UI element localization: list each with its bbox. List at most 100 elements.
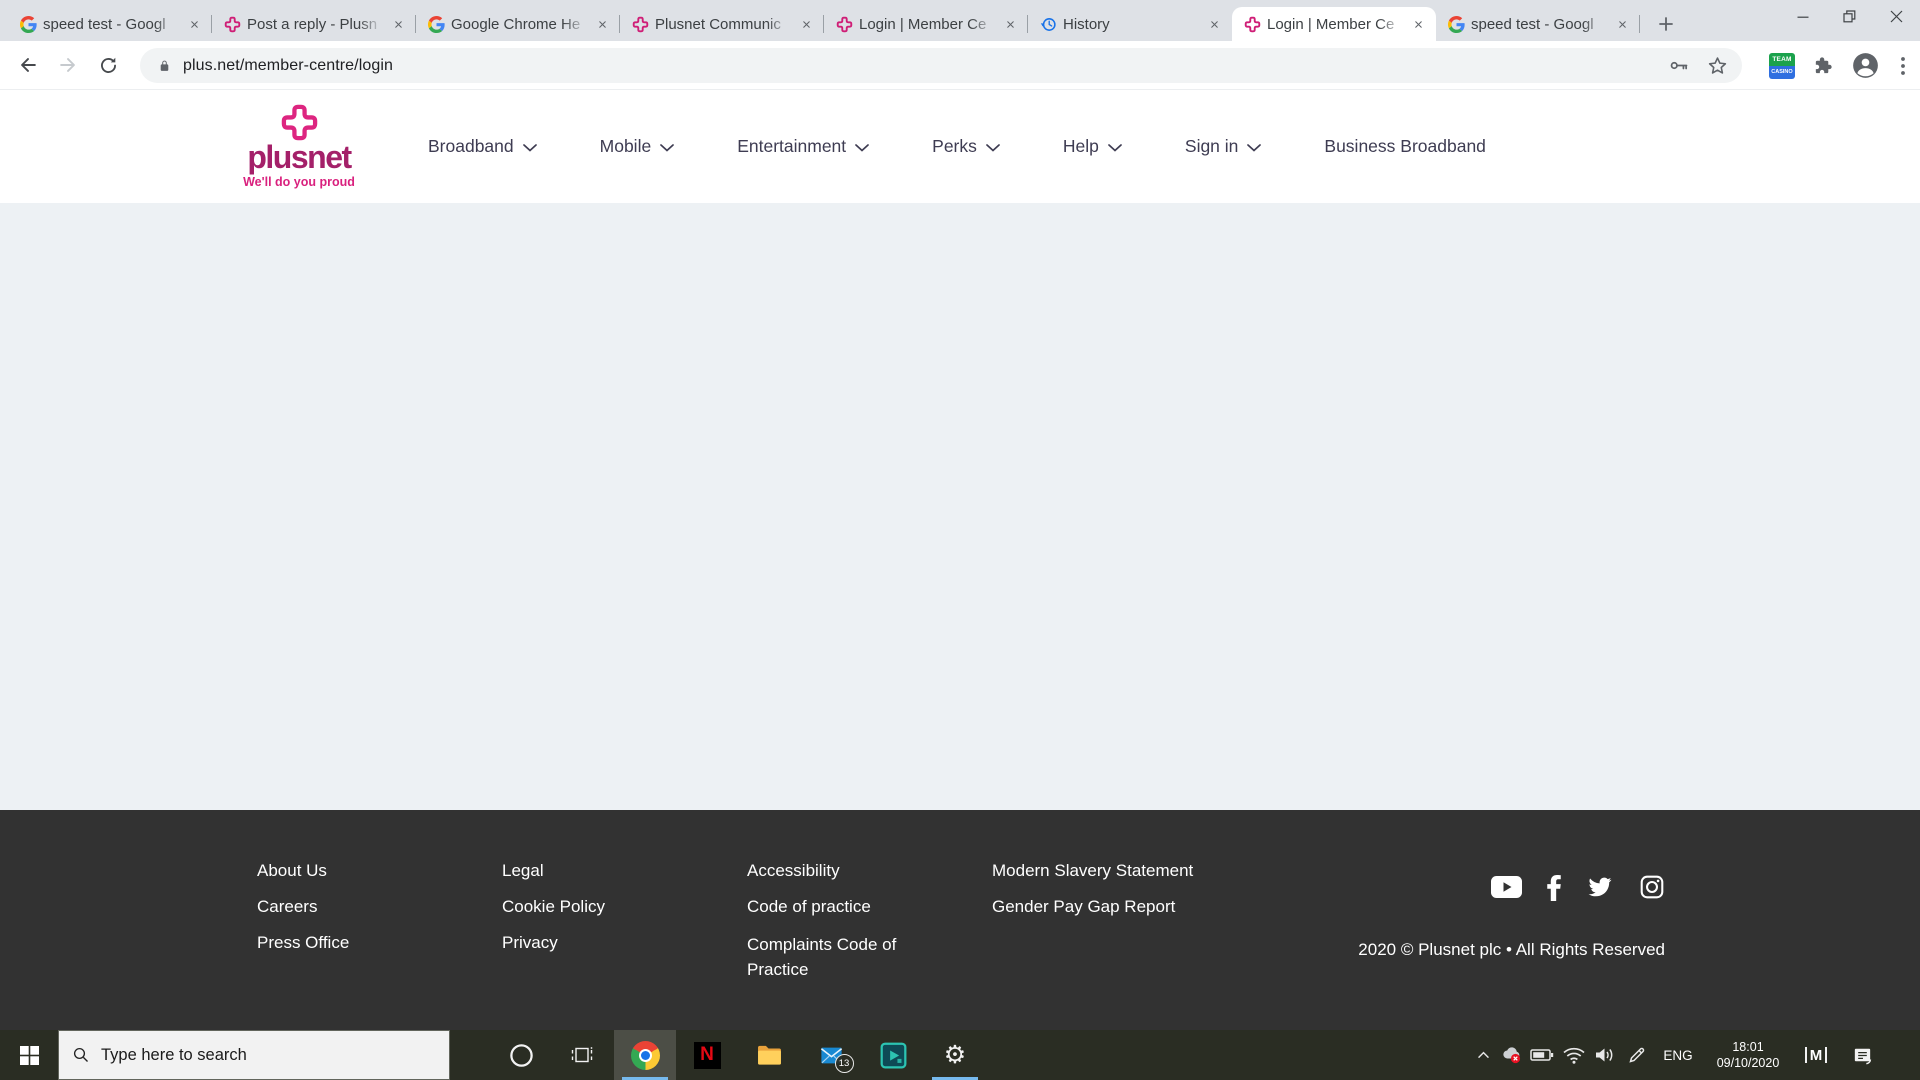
plusnet-logo[interactable]: plusnet We'll do you proud: [243, 103, 355, 189]
task-view-icon: [571, 1047, 593, 1063]
team-casino-extension-icon[interactable]: TEAM CASINO: [1769, 52, 1795, 79]
reload-icon: [100, 57, 116, 73]
cortana-button[interactable]: [490, 1030, 552, 1080]
restore-icon: [1843, 10, 1856, 23]
mail-icon: 13: [818, 1042, 854, 1073]
close-icon[interactable]: [185, 15, 204, 34]
nav-label: Business Broadband: [1324, 136, 1486, 156]
password-key-icon[interactable]: [1669, 55, 1690, 76]
windows-taskbar: Type here to search N 13 ⚙ ENG 18:01 09/…: [0, 1030, 1920, 1080]
browser-menu-dots-icon[interactable]: [1896, 56, 1910, 75]
reload-button[interactable]: [94, 51, 122, 79]
volume-icon[interactable]: [1590, 1030, 1620, 1080]
footer-link-legal[interactable]: Legal: [502, 860, 747, 882]
footer-link-cookie-policy[interactable]: Cookie Policy: [502, 896, 747, 918]
footer-link-code-of-practice[interactable]: Code of practice: [747, 896, 992, 918]
google-favicon: [428, 16, 445, 33]
windows-ink-pen-icon[interactable]: [1620, 1030, 1654, 1080]
nav-broadband[interactable]: Broadband: [428, 136, 537, 157]
close-icon[interactable]: [1613, 15, 1632, 34]
tab-plusnet-community[interactable]: Plusnet Communic: [620, 7, 824, 41]
action-center-icon[interactable]: [1838, 1030, 1886, 1080]
footer-link-press-office[interactable]: Press Office: [257, 932, 502, 954]
tab-title: History: [1063, 15, 1110, 33]
minimize-button[interactable]: [1779, 0, 1826, 33]
nav-sign-in[interactable]: Sign in: [1185, 136, 1262, 157]
language-indicator[interactable]: ENG: [1654, 1030, 1702, 1080]
task-view-button[interactable]: [552, 1030, 614, 1080]
close-icon[interactable]: [593, 15, 612, 34]
toolbar-right-icons: TEAM CASINO: [1769, 52, 1910, 79]
tab-login-member-centre-active[interactable]: Login | Member Ce: [1232, 7, 1436, 41]
clock-date: 09/10/2020: [1716, 1056, 1780, 1070]
bookmark-star-icon[interactable]: [1707, 55, 1728, 76]
nav-business-broadband[interactable]: Business Broadband: [1324, 136, 1486, 157]
taskbar-chrome-button[interactable]: [614, 1030, 676, 1080]
nav-label: Sign in: [1184, 136, 1239, 156]
forward-button[interactable]: [54, 51, 82, 79]
youtube-icon[interactable]: [1491, 876, 1522, 898]
nav-mobile[interactable]: Mobile: [600, 136, 675, 157]
taskbar-file-explorer-button[interactable]: [738, 1030, 800, 1080]
taskbar-video-editor-button[interactable]: [862, 1030, 924, 1080]
taskbar-settings-button[interactable]: ⚙: [924, 1030, 986, 1080]
footer-link-privacy[interactable]: Privacy: [502, 932, 747, 954]
close-icon[interactable]: [1001, 15, 1020, 34]
minimize-icon: [1797, 16, 1808, 18]
footer-link-modern-slavery[interactable]: Modern Slavery Statement: [992, 860, 1237, 882]
tab-speed-test-2[interactable]: speed test - Googl: [1436, 7, 1640, 41]
tab-title: speed test - Googl: [1471, 15, 1594, 33]
close-icon[interactable]: [389, 15, 408, 34]
copyright-text: 2020 © Plusnet plc • All Rights Reserved: [1358, 940, 1665, 959]
wifi-icon[interactable]: [1557, 1030, 1590, 1080]
tab-post-a-reply[interactable]: Post a reply - Plusn: [212, 7, 416, 41]
taskbar-netflix-button[interactable]: N: [676, 1030, 738, 1080]
address-bar[interactable]: plus.net/member-centre/login: [140, 48, 1742, 83]
close-icon[interactable]: [1409, 15, 1428, 34]
google-favicon: [20, 16, 37, 33]
taskbar-search-box[interactable]: Type here to search: [58, 1030, 450, 1080]
tab-history[interactable]: History: [1028, 7, 1232, 41]
tab-login-member-centre-1[interactable]: Login | Member Ce: [824, 7, 1028, 41]
search-icon: [73, 1047, 89, 1063]
taskbar-mail-button[interactable]: 13: [800, 1030, 862, 1080]
facebook-icon[interactable]: [1547, 874, 1561, 901]
close-icon[interactable]: [797, 15, 816, 34]
nav-entertainment[interactable]: Entertainment: [737, 136, 869, 157]
start-button[interactable]: [0, 1030, 58, 1080]
tab-speed-test-1[interactable]: speed test - Googl: [8, 7, 212, 41]
footer-link-complaints-code[interactable]: Complaints Code of Practice: [747, 932, 915, 982]
battery-icon[interactable]: [1526, 1030, 1557, 1080]
profile-avatar[interactable]: [1852, 52, 1879, 79]
footer-link-about-us[interactable]: About Us: [257, 860, 502, 882]
plusnet-site-header: plusnet We'll do you proud Broadband Mob…: [0, 90, 1920, 203]
site-footer: About Us Careers Press Office Legal Cook…: [0, 810, 1920, 1030]
tab-chrome-help[interactable]: Google Chrome He: [416, 7, 620, 41]
plusnet-tagline: We'll do you proud: [243, 175, 355, 189]
tab-title: Login | Member Ce: [1267, 15, 1395, 33]
footer-column-legal: Legal Cookie Policy Privacy: [502, 860, 747, 996]
twitter-icon[interactable]: [1586, 875, 1614, 899]
footer-column-reports: Modern Slavery Statement Gender Pay Gap …: [992, 860, 1237, 996]
tray-monogram-icon[interactable]: M: [1794, 1030, 1838, 1080]
back-button[interactable]: [14, 51, 42, 79]
restore-button[interactable]: [1826, 0, 1873, 33]
close-window-button[interactable]: [1873, 0, 1920, 33]
netflix-letter: N: [700, 1044, 714, 1065]
chevron-down-icon: [523, 144, 537, 152]
extension-badge-top: TEAM: [1769, 52, 1795, 66]
taskbar-clock[interactable]: 18:01 09/10/2020: [1702, 1039, 1794, 1071]
nav-perks[interactable]: Perks: [932, 136, 1000, 157]
footer-link-careers[interactable]: Careers: [257, 896, 502, 918]
nav-help[interactable]: Help: [1063, 136, 1122, 157]
close-icon[interactable]: [1205, 15, 1224, 34]
tab-title: Login | Member Ce: [859, 15, 987, 33]
onedrive-error-icon[interactable]: [1498, 1030, 1526, 1080]
instagram-icon[interactable]: [1639, 874, 1665, 900]
footer-link-accessibility[interactable]: Accessibility: [747, 860, 992, 882]
nav-label: Broadband: [428, 136, 514, 156]
new-tab-button[interactable]: [1652, 10, 1680, 38]
footer-link-gender-pay-gap[interactable]: Gender Pay Gap Report: [992, 896, 1237, 918]
extensions-puzzle-icon[interactable]: [1812, 54, 1835, 77]
tray-chevron-up-icon[interactable]: [1468, 1030, 1498, 1080]
